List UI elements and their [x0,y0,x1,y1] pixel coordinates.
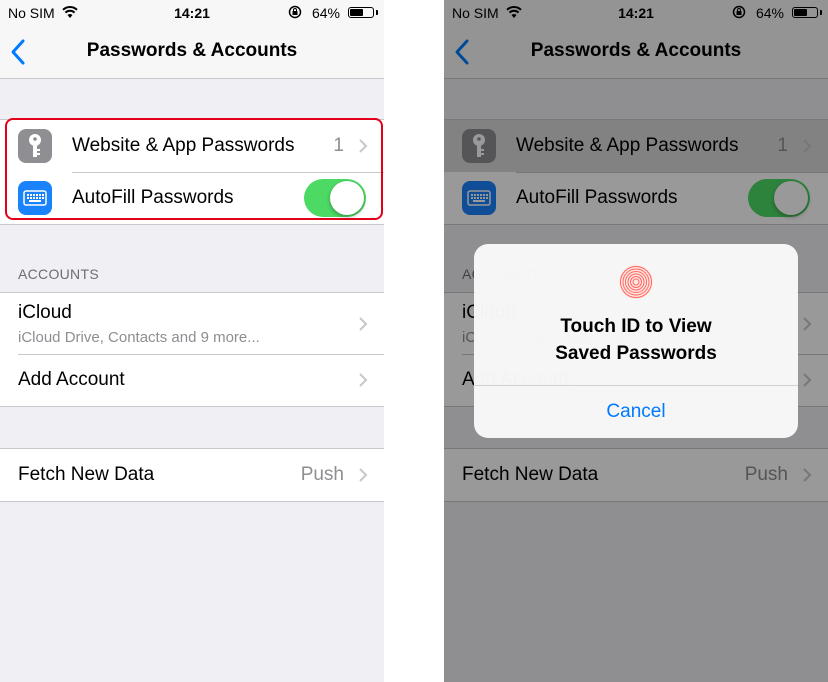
accounts-section-header: ACCOUNTS [18,266,99,282]
website-app-passwords-label: Website & App Passwords [72,135,295,156]
navigation-bar: Passwords & Accounts [0,26,384,79]
add-account-label: Add Account [18,369,125,390]
alert-title: Touch ID to View Saved Passwords [474,313,798,367]
password-count: 1 [333,135,344,156]
autofill-passwords-row: AutoFill Passwords [0,172,384,224]
key-icon [18,129,52,163]
status-bar: No SIM 14:21 64% [0,0,384,26]
fingerprint-icon [619,265,653,299]
page-title: Passwords & Accounts [86,40,298,61]
touch-id-alert: Touch ID to View Saved Passwords Cancel [474,244,798,438]
touch-id-screen: No SIM 14:21 64% Passwords & Accounts We… [444,0,828,682]
autofill-toggle[interactable] [304,179,366,217]
keyboard-icon [18,181,52,215]
battery-icon [348,7,374,18]
fetch-group: Fetch New Data Push [0,448,384,502]
chevron-right-icon [359,316,368,331]
battery-percent: 64% [311,5,340,21]
chevron-right-icon [359,468,368,482]
accounts-group: iCloud iCloud Drive, Contacts and 9 more… [0,292,384,407]
icloud-row[interactable]: iCloud iCloud Drive, Contacts and 9 more… [0,293,384,354]
chevron-right-icon [359,139,368,153]
alert-title-line1: Touch ID to View [560,316,712,337]
chevron-right-icon [359,373,368,387]
settings-screen: No SIM 14:21 64% Passwords & Accounts We… [0,0,384,682]
battery-cap [376,10,378,15]
autofill-passwords-label: AutoFill Passwords [72,187,234,208]
fetch-new-data-row[interactable]: Fetch New Data Push [0,449,384,501]
alert-title-line2: Saved Passwords [555,343,717,364]
fetch-value: Push [300,464,344,485]
toggle-knob [330,181,364,215]
website-app-passwords-row[interactable]: Website & App Passwords 1 [0,120,384,172]
passwords-group: Website & App Passwords 1 AutoFill Passw… [0,119,384,225]
add-account-row[interactable]: Add Account [0,354,384,406]
icloud-sublabel: iCloud Drive, Contacts and 9 more... [18,329,260,346]
orientation-lock-icon [288,5,302,19]
icloud-label: iCloud [18,302,72,323]
fetch-new-data-label: Fetch New Data [18,464,155,485]
cancel-button[interactable]: Cancel [474,386,798,438]
